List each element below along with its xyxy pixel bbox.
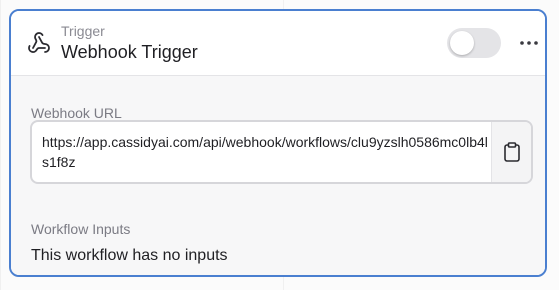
- node-title: Webhook Trigger: [61, 42, 198, 62]
- workflow-inputs-label: Workflow Inputs: [31, 221, 131, 237]
- webhook-icon: [27, 31, 51, 55]
- webhook-url-label: Webhook URL: [31, 105, 122, 121]
- webhook-url-value[interactable]: https://app.cassidyai.com/api/webhook/wo…: [42, 132, 494, 172]
- node-body: Webhook URL https://app.cassidyai.com/ap…: [11, 76, 545, 275]
- enable-toggle[interactable]: [447, 28, 501, 58]
- copy-url-button[interactable]: [491, 122, 531, 182]
- node-type-label: Trigger: [61, 23, 105, 39]
- canvas: Trigger Webhook Trigger Webhook URL http…: [0, 0, 559, 290]
- clipboard-icon: [504, 142, 520, 162]
- no-inputs-message: This workflow has no inputs: [31, 247, 228, 264]
- webhook-trigger-node[interactable]: Trigger Webhook Trigger Webhook URL http…: [9, 9, 547, 277]
- webhook-url-field[interactable]: https://app.cassidyai.com/api/webhook/wo…: [30, 120, 533, 184]
- node-header: Trigger Webhook Trigger: [11, 11, 545, 76]
- more-horizontal-icon[interactable]: [517, 33, 541, 53]
- toggle-knob: [450, 31, 474, 55]
